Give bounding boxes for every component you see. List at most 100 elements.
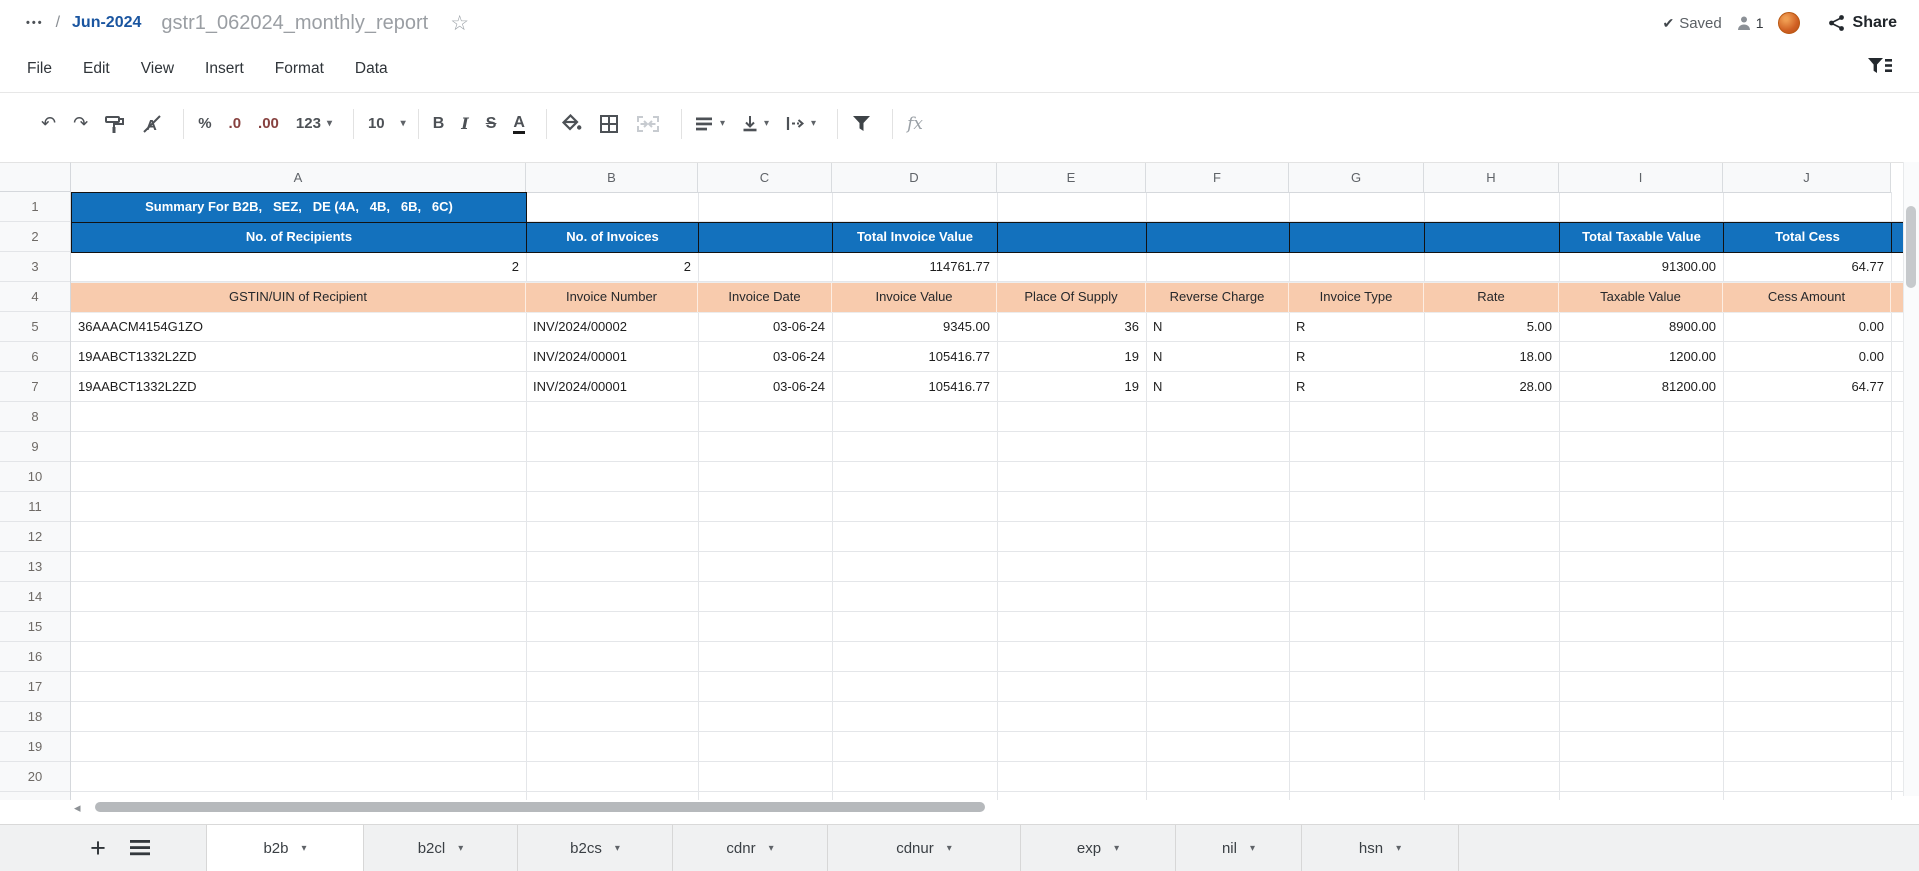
cell-j2[interactable]: Total Cess xyxy=(1724,223,1892,252)
cell-c2[interactable] xyxy=(699,223,833,252)
column-header-e[interactable]: E xyxy=(997,163,1146,193)
cell-c4[interactable]: Invoice Date xyxy=(698,283,832,312)
h-scroll-left-arrow-icon[interactable]: ◂ xyxy=(74,800,81,816)
cell-c6[interactable]: 03-06-24 xyxy=(698,342,832,372)
merge-cells-button[interactable] xyxy=(636,115,660,133)
menu-file[interactable]: File xyxy=(27,60,52,78)
row-header[interactable]: 15 xyxy=(0,612,70,642)
chevron-down-icon[interactable]: ▾ xyxy=(947,843,952,854)
breadcrumb-menu-icon[interactable]: ••• xyxy=(26,17,44,29)
text-color-button[interactable]: A xyxy=(513,114,525,134)
column-header-h[interactable]: H xyxy=(1424,163,1559,193)
decrease-decimal-button[interactable]: .0 xyxy=(229,115,242,132)
cell-j3[interactable]: 64.77 xyxy=(1723,252,1891,282)
breadcrumb-link-period[interactable]: Jun-2024 xyxy=(72,14,141,32)
cell-i4[interactable]: Taxable Value xyxy=(1559,283,1723,312)
row-header[interactable]: 13 xyxy=(0,552,70,582)
row-header[interactable]: 2 xyxy=(0,222,70,252)
cell-e7[interactable]: 19 xyxy=(997,372,1146,402)
share-button[interactable]: Share xyxy=(1828,14,1897,32)
filter-button[interactable] xyxy=(852,115,871,132)
cell-h7[interactable]: 28.00 xyxy=(1424,372,1559,402)
strikethrough-button[interactable]: S xyxy=(486,115,497,133)
menu-format[interactable]: Format xyxy=(275,60,324,78)
clear-format-button[interactable]: A xyxy=(142,115,162,133)
column-header-b[interactable]: B xyxy=(526,163,698,193)
user-avatar[interactable] xyxy=(1778,12,1800,34)
menu-edit[interactable]: Edit xyxy=(83,60,110,78)
row-header[interactable]: 16 xyxy=(0,642,70,672)
column-header-g[interactable]: G xyxy=(1289,163,1424,193)
select-all-corner[interactable] xyxy=(0,162,71,192)
column-header-a[interactable]: A xyxy=(71,163,526,193)
row-header[interactable]: 11 xyxy=(0,492,70,522)
cell-g6[interactable]: R xyxy=(1289,342,1424,372)
row-header[interactable]: 12 xyxy=(0,522,70,552)
cell-a7[interactable]: 19AABCT1332L2ZD xyxy=(71,372,526,402)
chevron-down-icon[interactable]: ▾ xyxy=(1396,843,1401,854)
text-wrap-dropdown[interactable]: ▾ xyxy=(786,116,816,131)
formula-bar-input[interactable] xyxy=(923,106,1919,142)
row-header[interactable]: 4 xyxy=(0,282,70,312)
cell-f2[interactable] xyxy=(1147,223,1290,252)
cell-d5[interactable]: 9345.00 xyxy=(832,312,997,342)
cell-g2[interactable] xyxy=(1290,223,1425,252)
cell-j7[interactable]: 64.77 xyxy=(1723,372,1891,402)
cell-j4[interactable]: Cess Amount xyxy=(1723,283,1891,312)
cell-i7[interactable]: 81200.00 xyxy=(1559,372,1723,402)
column-header-j[interactable]: J xyxy=(1723,163,1891,193)
chevron-down-icon[interactable]: ▾ xyxy=(615,843,620,854)
cell-e2[interactable] xyxy=(998,223,1147,252)
cell-h5[interactable]: 5.00 xyxy=(1424,312,1559,342)
row-header[interactable]: 9 xyxy=(0,432,70,462)
sheet-tab-cdnr[interactable]: cdnr ▾ xyxy=(673,825,828,871)
cell-d7[interactable]: 105416.77 xyxy=(832,372,997,402)
cell-c7[interactable]: 03-06-24 xyxy=(698,372,832,402)
document-title[interactable]: gstr1_062024_monthly_report xyxy=(161,12,428,35)
cell-b7[interactable]: INV/2024/00001 xyxy=(526,372,698,402)
sheet-tab-exp[interactable]: exp ▾ xyxy=(1021,825,1176,871)
cell-f5[interactable]: N xyxy=(1146,312,1289,342)
cell-k4-partial[interactable] xyxy=(1891,283,1903,312)
cell-k2-partial[interactable] xyxy=(1892,223,1903,252)
cell-d4[interactable]: Invoice Value xyxy=(832,283,997,312)
cell-d2[interactable]: Total Invoice Value xyxy=(833,223,998,252)
cell-d3[interactable]: 114761.77 xyxy=(832,252,997,282)
cell-e4[interactable]: Place Of Supply xyxy=(997,283,1146,312)
cell-g7[interactable]: R xyxy=(1289,372,1424,402)
row-header[interactable]: 7 xyxy=(0,372,70,402)
cell-a2[interactable]: No. of Recipients xyxy=(72,223,527,252)
horizontal-align-dropdown[interactable]: ▾ xyxy=(696,117,725,131)
cell-b5[interactable]: INV/2024/00002 xyxy=(526,312,698,342)
cell-a4[interactable]: GSTIN/UIN of Recipient xyxy=(71,283,526,312)
paint-format-button[interactable] xyxy=(105,115,125,133)
chevron-down-icon[interactable]: ▾ xyxy=(1114,843,1119,854)
column-header-f[interactable]: F xyxy=(1146,163,1289,193)
menu-data[interactable]: Data xyxy=(355,60,388,78)
row-header[interactable]: 14 xyxy=(0,582,70,612)
italic-button[interactable]: I xyxy=(461,114,468,133)
cell-c5[interactable]: 03-06-24 xyxy=(698,312,832,342)
row-header[interactable]: 17 xyxy=(0,672,70,702)
chevron-down-icon[interactable]: ▾ xyxy=(458,843,463,854)
cell-a1-summary-banner[interactable]: Summary For B2B, SEZ, DE (4A, 4B, 6B, 6C… xyxy=(71,192,527,223)
row-header[interactable]: 10 xyxy=(0,462,70,492)
cell-b6[interactable]: INV/2024/00001 xyxy=(526,342,698,372)
number-format-dropdown[interactable]: 123 ▾ xyxy=(296,115,332,132)
sheet-tab-hsn[interactable]: hsn ▾ xyxy=(1302,825,1459,871)
redo-button[interactable]: ↷ xyxy=(73,113,88,134)
cell-h4[interactable]: Rate xyxy=(1424,283,1559,312)
row-header[interactable]: 19 xyxy=(0,732,70,762)
sheet-list-button[interactable] xyxy=(118,825,164,871)
cell-g4[interactable]: Invoice Type xyxy=(1289,283,1424,312)
sheet-tab-b2cs[interactable]: b2cs ▾ xyxy=(518,825,673,871)
column-header-i[interactable]: I xyxy=(1559,163,1723,193)
increase-decimal-button[interactable]: .00 xyxy=(258,115,279,132)
cell-b4[interactable]: Invoice Number xyxy=(526,283,698,312)
sheet-tab-b2b[interactable]: b2b ▾ xyxy=(206,825,364,871)
cell-b2[interactable]: No. of Invoices xyxy=(527,223,699,252)
row-header[interactable]: 6 xyxy=(0,342,70,372)
format-percent-button[interactable]: % xyxy=(198,115,211,132)
cell-i3[interactable]: 91300.00 xyxy=(1559,252,1723,282)
cell-e6[interactable]: 19 xyxy=(997,342,1146,372)
